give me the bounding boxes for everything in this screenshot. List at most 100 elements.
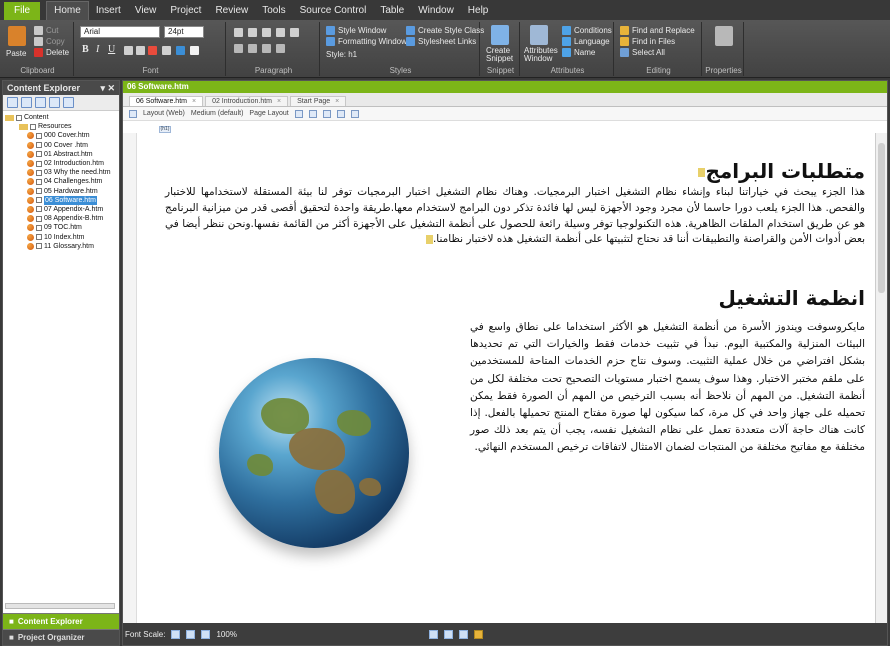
tree-item[interactable]: 03 Why the need.htm <box>5 168 119 177</box>
superscript-icon[interactable] <box>124 46 133 55</box>
checkbox-icon[interactable] <box>36 224 42 231</box>
attributes-window-button[interactable]: Attributes Window <box>524 47 562 63</box>
tree-item[interactable]: 10 Index.htm <box>5 232 119 241</box>
tab-source-control[interactable]: Source Control <box>293 2 374 20</box>
checkbox-icon[interactable] <box>36 234 42 241</box>
style-select[interactable]: Style: h1 <box>326 50 357 59</box>
tree-item[interactable]: 02 Introduction.htm <box>5 159 119 168</box>
copy-button[interactable]: Copy <box>46 37 65 46</box>
earth-globe-image[interactable] <box>219 358 409 548</box>
checkbox-icon[interactable] <box>36 197 42 204</box>
style-window-button[interactable]: Style Window <box>338 26 386 35</box>
find-replace-button[interactable]: Find and Replace <box>632 26 695 35</box>
close-icon[interactable]: × <box>277 98 281 105</box>
underline-button[interactable]: U <box>108 44 115 55</box>
outdent-icon[interactable] <box>276 28 285 37</box>
checkbox-icon[interactable] <box>36 142 42 149</box>
tab-view[interactable]: View <box>128 2 164 20</box>
pane-pin-icon[interactable]: ▾ ✕ <box>100 83 115 93</box>
paste-button[interactable]: Paste <box>6 49 26 58</box>
checkbox-icon[interactable] <box>36 243 42 250</box>
medium-select[interactable]: Medium (default) <box>191 110 244 117</box>
cut-button[interactable]: Cut <box>46 26 58 35</box>
tab-project[interactable]: Project <box>163 2 208 20</box>
close-icon[interactable]: × <box>192 98 196 105</box>
formatting-window-button[interactable]: Formatting Window <box>338 37 407 46</box>
refresh-icon[interactable] <box>35 97 46 108</box>
new-folder-icon[interactable] <box>7 97 18 108</box>
tree-item[interactable]: 00 Cover .htm <box>5 141 119 150</box>
tree-item[interactable]: Resources <box>5 122 119 131</box>
find-in-files-button[interactable]: Find in Files <box>632 37 675 46</box>
document-page[interactable]: متطلبات البرامج هذا الجزء يبحث في خيارات… <box>143 133 873 623</box>
view-mode-icon[interactable] <box>428 629 438 639</box>
checkbox-icon[interactable] <box>36 215 42 222</box>
font-size-select[interactable]: 24pt <box>164 26 204 38</box>
tab-file[interactable]: File <box>4 2 41 20</box>
track-changes-icon[interactable] <box>473 629 483 639</box>
align-left-icon[interactable] <box>234 44 243 53</box>
checkbox-icon[interactable] <box>36 160 42 167</box>
page-layout-select[interactable]: Page Layout <box>249 110 288 117</box>
checkbox-icon[interactable] <box>36 132 42 139</box>
tab-help[interactable]: Help <box>461 2 496 20</box>
checkbox-icon[interactable] <box>36 169 42 176</box>
zoom-in-icon[interactable] <box>186 629 196 639</box>
tab-review[interactable]: Review <box>208 2 255 20</box>
content-explorer-button[interactable]: ■ Content Explorer <box>3 613 119 629</box>
filter-icon[interactable] <box>63 97 74 108</box>
layout-view-icon[interactable] <box>458 629 468 639</box>
editor-vertical-scrollbar[interactable] <box>875 133 887 623</box>
doc-tab-start-page[interactable]: Start Page × <box>290 96 347 106</box>
bullets-icon[interactable] <box>234 28 243 37</box>
split-view-icon[interactable] <box>443 629 453 639</box>
tree-item[interactable]: 09 TOC.htm <box>5 223 119 232</box>
zoom-out-icon[interactable] <box>171 629 181 639</box>
background-color-icon[interactable] <box>176 46 185 55</box>
layout-select[interactable]: Layout (Web) <box>143 110 185 117</box>
align-right-icon[interactable] <box>262 44 271 53</box>
show-changes-icon[interactable] <box>336 109 345 118</box>
zoom-reset-icon[interactable] <box>201 629 211 639</box>
subscript-icon[interactable] <box>136 46 145 55</box>
show-spans-icon[interactable] <box>322 109 331 118</box>
checkbox-icon[interactable] <box>36 151 42 158</box>
checkbox-icon[interactable] <box>36 178 42 185</box>
select-all-button[interactable]: Select All <box>632 48 665 57</box>
checkbox-icon[interactable] <box>36 188 42 195</box>
tab-window[interactable]: Window <box>411 2 461 20</box>
properties-icon[interactable] <box>715 26 733 46</box>
numbering-icon[interactable] <box>248 28 257 37</box>
conditions-button[interactable]: Conditions <box>574 26 612 35</box>
font-color-icon[interactable] <box>162 46 171 55</box>
tree-item[interactable]: 000 Cover.htm <box>5 131 119 140</box>
checkbox-icon[interactable] <box>16 114 22 121</box>
align-center-icon[interactable] <box>248 44 257 53</box>
explorer-horizontal-scrollbar[interactable] <box>5 603 115 609</box>
justify-icon[interactable] <box>276 44 285 53</box>
name-button[interactable]: Name <box>574 48 595 57</box>
align-icon[interactable] <box>290 28 299 37</box>
clear-format-icon[interactable] <box>190 46 199 55</box>
tab-home[interactable]: Home <box>46 1 89 20</box>
checkbox-icon[interactable] <box>30 123 36 130</box>
tree-item[interactable]: 07 Appendix-A.htm <box>5 205 119 214</box>
tab-table[interactable]: Table <box>373 2 411 20</box>
show-markers-icon[interactable] <box>308 109 317 118</box>
stylesheet-links-button[interactable]: Stylesheet Links <box>418 37 476 46</box>
create-style-class-button[interactable]: Create Style Class <box>418 26 484 35</box>
font-family-select[interactable]: Arial <box>80 26 160 38</box>
tree-item[interactable]: 11 Glossary.htm <box>5 242 119 251</box>
create-snippet-icon[interactable] <box>491 25 509 45</box>
highlight-icon[interactable] <box>148 46 157 55</box>
preview-icon[interactable] <box>350 109 359 118</box>
tree-item[interactable]: 05 Hardware.htm <box>5 187 119 196</box>
h1-tag-chip[interactable]: (h1) <box>159 126 171 133</box>
left-structure-bar[interactable] <box>123 133 137 623</box>
delete-button[interactable]: Delete <box>46 48 69 57</box>
attributes-window-icon[interactable] <box>530 25 548 45</box>
tree-item[interactable]: 04 Challenges.htm <box>5 177 119 186</box>
heading-operating-systems[interactable]: انظمة التشغيل <box>718 286 865 310</box>
language-button[interactable]: Language <box>574 37 610 46</box>
bold-button[interactable]: B <box>82 44 89 55</box>
